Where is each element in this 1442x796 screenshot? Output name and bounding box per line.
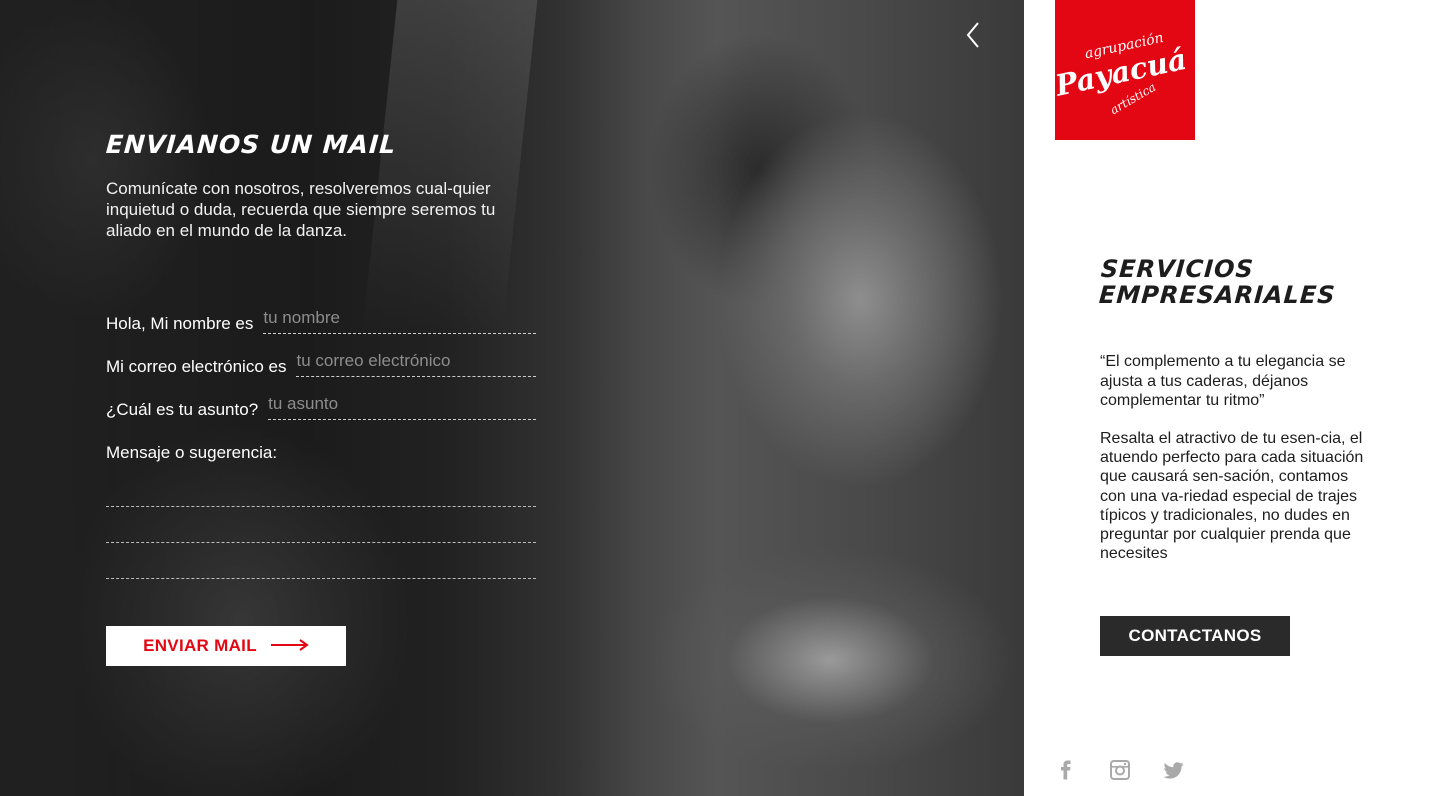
facebook-icon[interactable] <box>1054 758 1078 782</box>
name-input[interactable] <box>263 306 536 334</box>
contact-form-intro: Envianos un mail Comunícate con nosotros… <box>105 130 536 241</box>
subject-input[interactable] <box>268 392 536 420</box>
back-chevron-left-icon[interactable] <box>960 20 988 50</box>
arrow-right-icon <box>270 638 309 654</box>
form-description: Comunícate con nosotros, resolveremos cu… <box>106 179 496 240</box>
email-label: Mi correo electrónico es <box>106 357 287 376</box>
brand-logo[interactable]: agrupación Payacuá artística <box>1051 0 1195 140</box>
instagram-icon[interactable] <box>1108 758 1132 782</box>
form-title: Envianos un mail <box>105 130 398 159</box>
services-title-line2: Empresariales <box>1098 281 1337 309</box>
send-mail-button[interactable]: ENVIAR MAIL <box>106 626 346 666</box>
services-title: Servicios Empresariales <box>1098 255 1382 309</box>
services-title-line1: Servicios <box>1099 255 1255 283</box>
subject-label: ¿Cuál es tu asunto? <box>106 400 259 419</box>
services-description: Resalta el atractivo de tu esen-cia, el … <box>1100 430 1364 563</box>
name-label: Hola, Mi nombre es <box>106 314 254 333</box>
message-label-row: Mensaje o sugerencia: <box>106 433 536 469</box>
services-quote: “El complemento a tu elegancia se ajusta… <box>1100 353 1346 409</box>
contact-button[interactable]: CONTACTANOS <box>1100 616 1290 656</box>
message-textarea[interactable] <box>106 470 536 580</box>
email-field-row: Mi correo electrónico es <box>106 347 536 383</box>
name-field-row: Hola, Mi nombre es <box>106 304 536 340</box>
message-label: Mensaje o sugerencia: <box>106 443 278 462</box>
subject-field-row: ¿Cuál es tu asunto? <box>106 390 536 426</box>
twitter-icon[interactable] <box>1162 758 1186 782</box>
send-mail-label: ENVIAR MAIL <box>143 636 257 655</box>
email-input[interactable] <box>296 349 536 377</box>
